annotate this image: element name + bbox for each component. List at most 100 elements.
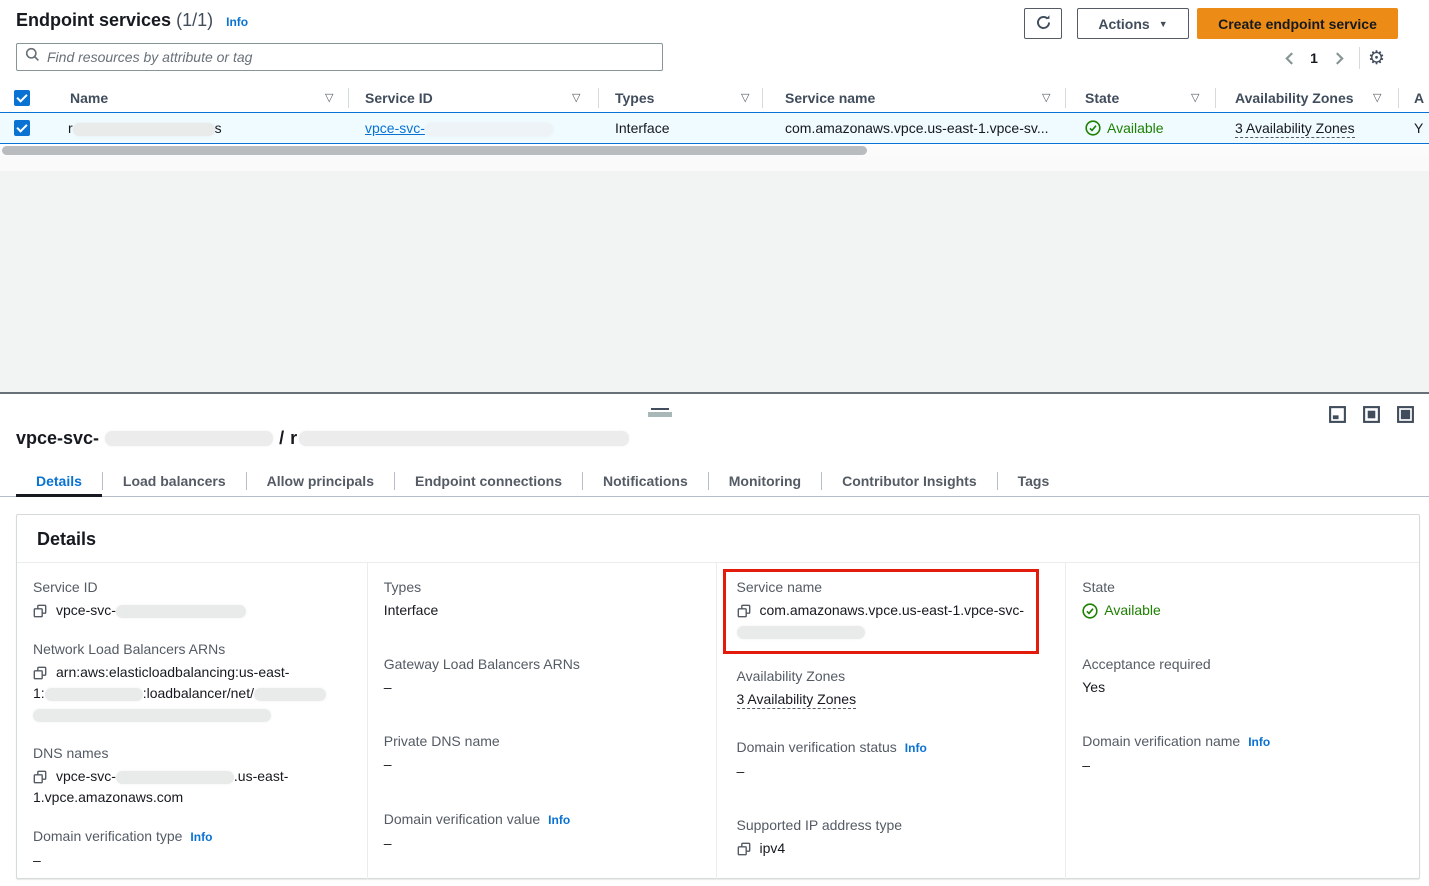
select-all-checkbox[interactable] bbox=[14, 90, 30, 106]
info-link[interactable]: Info bbox=[905, 741, 927, 755]
field-value: Interface bbox=[384, 600, 700, 621]
field-value: – bbox=[384, 677, 700, 698]
field-service-name: Service name com.amazonaws.vpce.us-east-… bbox=[737, 577, 1026, 642]
field-private-dns: Private DNS name – bbox=[384, 731, 700, 775]
column-header-name[interactable]: Name bbox=[70, 84, 108, 112]
dns-line1b: .us-east- bbox=[234, 768, 288, 784]
search-icon bbox=[25, 47, 40, 67]
refresh-icon bbox=[1035, 14, 1052, 34]
horizontal-scrollbar-track[interactable] bbox=[0, 146, 1429, 156]
copy-icon[interactable] bbox=[33, 666, 47, 683]
tab-details[interactable]: Details bbox=[16, 465, 102, 496]
tab-monitoring[interactable]: Monitoring bbox=[709, 465, 821, 496]
filter-state-icon[interactable]: ▽ bbox=[1191, 84, 1199, 112]
filter-types-icon[interactable]: ▽ bbox=[741, 84, 749, 112]
filter-name-icon[interactable]: ▽ bbox=[325, 84, 333, 112]
column-header-types[interactable]: Types bbox=[615, 84, 654, 112]
filter-az-icon[interactable]: ▽ bbox=[1373, 84, 1381, 112]
field-domain-verification-type: Domain verification typeInfo – bbox=[33, 826, 351, 871]
redacted-name bbox=[73, 123, 215, 136]
row-checkbox[interactable] bbox=[14, 120, 30, 136]
panel-size-medium-button[interactable] bbox=[1362, 405, 1381, 424]
previous-page-icon[interactable] bbox=[1277, 46, 1301, 70]
pager-divider bbox=[1359, 47, 1360, 69]
field-availability-zones: Availability Zones 3 Availability Zones bbox=[737, 666, 1050, 710]
row-state-label: Available bbox=[1107, 113, 1164, 143]
panel-title-separator: / bbox=[279, 428, 284, 449]
field-domain-verification-name: Domain verification nameInfo – bbox=[1082, 731, 1403, 776]
nlb-arn-line2b: :loadbalancer/net/ bbox=[143, 685, 254, 701]
field-label: State bbox=[1082, 577, 1403, 597]
redacted-service-id bbox=[425, 123, 553, 136]
row-az-link[interactable]: 3 Availability Zones bbox=[1235, 120, 1355, 138]
tab-notifications[interactable]: Notifications bbox=[583, 465, 708, 496]
field-supported-ip: Supported IP address type ipv4 bbox=[737, 815, 1050, 859]
column-header-state[interactable]: State bbox=[1085, 84, 1119, 112]
panel-tabs: Details Load balancers Allow principals … bbox=[0, 465, 1429, 497]
redacted-value bbox=[45, 688, 143, 701]
column-divider bbox=[1215, 88, 1216, 108]
redacted-panel-id bbox=[105, 431, 273, 446]
az-link[interactable]: 3 Availability Zones bbox=[737, 691, 857, 709]
copy-icon[interactable] bbox=[737, 604, 751, 621]
column-divider bbox=[1398, 88, 1399, 108]
field-value: Available bbox=[1082, 600, 1400, 621]
tab-tags[interactable]: Tags bbox=[998, 465, 1070, 496]
dns-line2: 1.vpce.amazonaws.com bbox=[33, 789, 183, 805]
highlight-box: Service name com.amazonaws.vpce.us-east-… bbox=[723, 569, 1039, 654]
caret-down-icon: ▼ bbox=[1159, 19, 1168, 29]
endpoint-services-page: Endpoint services (1/1) Info Actions ▼ C… bbox=[0, 0, 1429, 886]
row-service-id-link[interactable]: vpce-svc- bbox=[365, 113, 553, 143]
actions-button[interactable]: Actions ▼ bbox=[1077, 8, 1189, 39]
field-value: Yes bbox=[1082, 677, 1400, 698]
tab-endpoint-connections[interactable]: Endpoint connections bbox=[395, 465, 582, 496]
field-label: Supported IP address type bbox=[737, 815, 1050, 835]
panel-resize-handle[interactable] bbox=[648, 408, 672, 417]
page-title-text: Endpoint services bbox=[16, 10, 171, 30]
column-header-service-name[interactable]: Service name bbox=[785, 84, 875, 112]
field-value: com.amazonaws.vpce.us-east-1.vpce-svc- bbox=[737, 600, 1026, 642]
filter-service-name-icon[interactable]: ▽ bbox=[1042, 84, 1050, 112]
panel-size-large-button[interactable] bbox=[1396, 405, 1415, 424]
search-box[interactable] bbox=[16, 43, 663, 71]
refresh-button[interactable] bbox=[1024, 8, 1062, 39]
info-link[interactable]: Info bbox=[548, 813, 570, 827]
copy-icon[interactable] bbox=[33, 604, 47, 621]
pagination: 1 ⚙ bbox=[1277, 46, 1385, 70]
tab-load-balancers[interactable]: Load balancers bbox=[103, 465, 246, 496]
column-header-availability-zones[interactable]: Availability Zones bbox=[1235, 84, 1354, 112]
next-page-icon[interactable] bbox=[1327, 46, 1351, 70]
redacted-value bbox=[116, 605, 246, 618]
info-link[interactable]: Info bbox=[1248, 735, 1270, 749]
field-label: Service ID bbox=[33, 577, 351, 597]
field-glb-arns: Gateway Load Balancers ARNs – bbox=[384, 654, 700, 698]
page-number[interactable]: 1 bbox=[1301, 50, 1327, 66]
tab-allow-principals[interactable]: Allow principals bbox=[247, 465, 394, 496]
column-divider bbox=[348, 88, 349, 108]
copy-icon[interactable] bbox=[737, 842, 751, 859]
field-value: arn:aws:elasticloadbalancing:us-east- 1:… bbox=[33, 662, 351, 725]
info-link[interactable]: Info bbox=[190, 830, 212, 844]
details-column-4: State Available Acceptance required Yes bbox=[1066, 563, 1419, 879]
row-availability-zones[interactable]: 3 Availability Zones bbox=[1235, 113, 1355, 143]
column-header-acceptance[interactable]: A bbox=[1414, 84, 1424, 112]
panel-size-small-button[interactable] bbox=[1328, 405, 1347, 424]
field-state: State Available bbox=[1082, 577, 1403, 621]
service-id-prefix: vpce-svc- bbox=[56, 602, 116, 618]
tab-contributor-insights[interactable]: Contributor Insights bbox=[822, 465, 997, 496]
copy-icon[interactable] bbox=[33, 770, 47, 787]
resource-count: (1/1) bbox=[176, 10, 213, 30]
field-label: Domain verification valueInfo bbox=[384, 809, 700, 830]
field-dns-names: DNS names vpce-svc-.us-east- 1.vpce.amaz… bbox=[33, 743, 351, 808]
title-info-link[interactable]: Info bbox=[226, 15, 248, 29]
details-column-1: Service ID vpce-svc- Network Load Balanc… bbox=[17, 563, 368, 879]
field-types: Types Interface bbox=[384, 577, 700, 621]
create-endpoint-service-button[interactable]: Create endpoint service bbox=[1197, 8, 1398, 39]
search-input[interactable] bbox=[47, 49, 654, 65]
filter-service-id-icon[interactable]: ▽ bbox=[572, 84, 580, 112]
preferences-gear-icon[interactable]: ⚙ bbox=[1368, 49, 1385, 68]
horizontal-scrollbar-thumb[interactable] bbox=[2, 146, 867, 155]
create-button-label: Create endpoint service bbox=[1218, 16, 1377, 32]
column-header-service-id[interactable]: Service ID bbox=[365, 84, 433, 112]
redacted-panel-name bbox=[299, 431, 629, 446]
